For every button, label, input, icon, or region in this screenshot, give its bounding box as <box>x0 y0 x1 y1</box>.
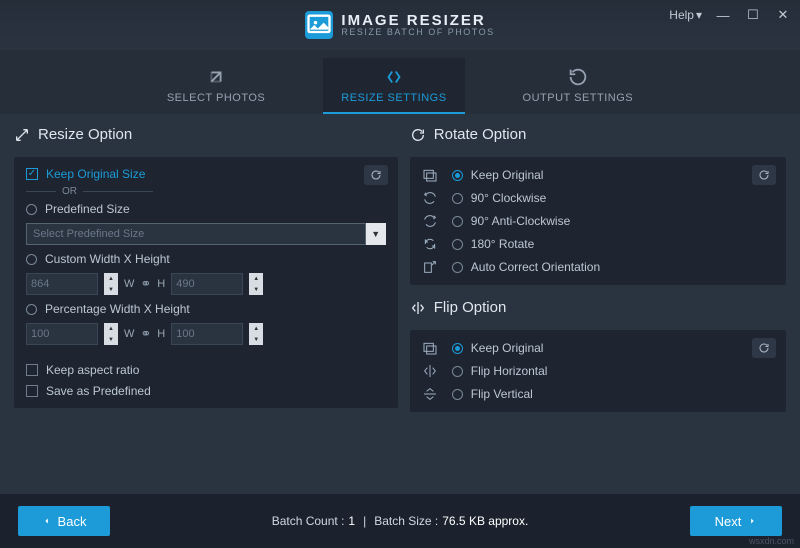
rotate-acw-icon <box>422 213 438 229</box>
link-icon[interactable]: ⚭ <box>140 326 151 342</box>
arrow-right-icon <box>747 516 757 526</box>
rotate-cw-icon <box>422 190 438 206</box>
watermark: wsxdn.com <box>749 536 794 546</box>
reset-resize-button[interactable] <box>364 165 388 185</box>
back-button[interactable]: Back <box>18 506 110 536</box>
flip-vertical-icon <box>422 386 438 402</box>
percent-width-input[interactable]: 100 <box>26 323 98 345</box>
chevron-down-icon: ▾ <box>696 8 702 22</box>
predefined-size-select[interactable]: Select Predefined Size <box>26 223 366 245</box>
app-logo: IMAGE RESIZER RESIZE BATCH OF PHOTOS <box>305 11 494 39</box>
tab-select-photos[interactable]: SELECT PHOTOS <box>149 58 283 114</box>
auto-orient-icon <box>422 259 438 275</box>
minimize-button[interactable]: — <box>714 6 732 24</box>
rotate-90acw-radio[interactable]: 90° Anti-Clockwise <box>452 214 571 228</box>
width-spinner[interactable]: ▲▼ <box>104 273 118 295</box>
custom-width-input[interactable]: 864 <box>26 273 98 295</box>
app-tagline: RESIZE BATCH OF PHOTOS <box>341 28 494 37</box>
flip-keep-original-radio[interactable]: Keep Original <box>452 341 544 355</box>
flip-icon <box>410 300 426 316</box>
tab-output-settings[interactable]: OUTPUT SETTINGS <box>505 58 652 114</box>
rotate-panel: Keep Original 90° Clockwise 90° Anti-Clo… <box>410 157 786 285</box>
tab-resize-settings[interactable]: RESIZE SETTINGS <box>323 58 464 114</box>
percent-height-input[interactable]: 100 <box>171 323 243 345</box>
rotate-180-radio[interactable]: 180° Rotate <box>452 237 535 251</box>
rotate-180-icon <box>422 236 438 252</box>
image-icon <box>422 340 438 356</box>
rotate-auto-radio[interactable]: Auto Correct Orientation <box>452 260 600 274</box>
arrow-left-icon <box>42 516 52 526</box>
help-menu[interactable]: Help▾ <box>669 8 702 22</box>
percentage-size-radio[interactable]: Percentage Width X Height <box>26 302 386 316</box>
resize-section-title: Resize Option <box>14 126 398 143</box>
flip-panel: Keep Original Flip Horizontal Flip Verti… <box>410 330 786 412</box>
rotate-keep-original-radio[interactable]: Keep Original <box>452 168 544 182</box>
save-predefined-checkbox[interactable]: Save as Predefined <box>26 384 386 398</box>
link-icon[interactable]: ⚭ <box>140 276 151 292</box>
reset-flip-button[interactable] <box>752 338 776 358</box>
custom-height-input[interactable]: 490 <box>171 273 243 295</box>
batch-status: Batch Count :1 | Batch Size :76.5 KB app… <box>272 514 529 528</box>
predefined-size-radio[interactable]: Predefined Size <box>26 202 386 216</box>
rotate-90cw-radio[interactable]: 90° Clockwise <box>452 191 547 205</box>
pheight-spinner[interactable]: ▲▼ <box>249 323 263 345</box>
height-spinner[interactable]: ▲▼ <box>249 273 263 295</box>
pwidth-spinner[interactable]: ▲▼ <box>104 323 118 345</box>
rotate-icon <box>410 127 426 143</box>
keep-original-size-checkbox[interactable]: Keep Original Size <box>26 167 386 181</box>
next-button[interactable]: Next <box>690 506 782 536</box>
image-icon <box>422 167 438 183</box>
or-label: OR <box>62 186 77 197</box>
app-icon <box>305 11 333 39</box>
keep-aspect-checkbox[interactable]: Keep aspect ratio <box>26 363 386 377</box>
resize-panel: Keep Original Size OR Predefined Size Se… <box>14 157 398 408</box>
flip-horizontal-radio[interactable]: Flip Horizontal <box>452 364 548 378</box>
predefined-dropdown-button[interactable]: ▼ <box>366 223 386 245</box>
app-title: IMAGE RESIZER <box>341 13 494 28</box>
maximize-button[interactable]: ☐ <box>744 6 762 24</box>
flip-vertical-radio[interactable]: Flip Vertical <box>452 387 533 401</box>
close-button[interactable]: ✕ <box>774 6 792 24</box>
flip-horizontal-icon <box>422 363 438 379</box>
reset-rotate-button[interactable] <box>752 165 776 185</box>
resize-icon <box>14 127 30 143</box>
flip-section-title: Flip Option <box>410 299 786 316</box>
footer: Back Batch Count :1 | Batch Size :76.5 K… <box>0 494 800 548</box>
rotate-section-title: Rotate Option <box>410 126 786 143</box>
titlebar: IMAGE RESIZER RESIZE BATCH OF PHOTOS Hel… <box>0 0 800 50</box>
tabs: SELECT PHOTOS RESIZE SETTINGS OUTPUT SET… <box>0 50 800 114</box>
custom-size-radio[interactable]: Custom Width X Height <box>26 252 386 266</box>
